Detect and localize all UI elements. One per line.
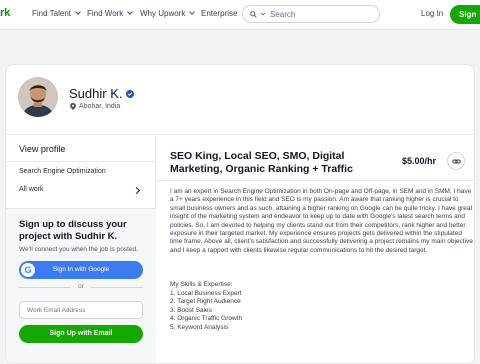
top-navbar: rk Find Talent Find Work Why Upwork Ente… [0,0,480,30]
skills-list: 1. Local Business Expert 2. Target Right… [170,290,242,332]
view-profile-heading: View profile [19,144,66,154]
project-description: I am an expert in Search Engine Optimiza… [170,188,473,254]
chevron-down-icon [189,9,196,15]
chevron-down-icon [260,12,266,16]
project-title-block: SEO King, Local SEO, SMO, Digital Market… [157,136,474,181]
search-placeholder: Search [270,9,296,19]
left-sidebar: View profile Search Engine Optimization … [6,136,156,363]
avatar [18,77,58,117]
location-pin-icon [70,103,76,110]
signup-panel: Sign up to discuss your project with Sud… [6,209,156,363]
project-detail: SEO King, Local SEO, SMO, Digital Market… [157,136,474,363]
verified-badge-icon [126,89,135,98]
nav-enterprise[interactable]: Enterprise [201,9,237,18]
nav-link-label: Enterprise [201,9,238,18]
hourly-rate: $5.00/hr [402,156,437,166]
nav-link-label: Why Upwork [140,9,186,18]
copy-link-button[interactable] [447,152,465,170]
skill-item: 3. Boost Sales [170,306,212,314]
location-text: Abohar, India [79,103,121,110]
search-input[interactable]: Search [242,5,380,23]
skill-item: 4. Organic Traffic Growth [170,315,243,323]
google-signin-label: Sign In with Google [52,266,110,273]
google-signin-button[interactable]: G Sign In with Google [19,261,143,279]
signup-email-button[interactable]: Sign Up with Email [19,325,143,343]
nav-link-label: Find Talent [32,9,71,18]
profile-card: Sudhir K. Abohar, India View profile Sea… [5,64,475,364]
signup-email-label: Sign Up with Email [49,330,113,337]
skill-item: 1. Local Business Expert [170,290,242,297]
skills-heading: My Skills & Expertise: [170,281,233,288]
upwork-logo[interactable]: rk [0,7,10,19]
login-link[interactable]: Log In [421,9,443,18]
profile-header: Sudhir K. Abohar, India [6,65,474,135]
specialization-link[interactable]: Search Engine Optimization [19,168,106,175]
divider [6,161,156,162]
profile-name-text: Sudhir K. [69,86,123,101]
chevron-down-icon [127,9,134,15]
chevron-right-icon[interactable] [132,186,141,195]
nav-why-upwork[interactable]: Why Upwork [140,9,196,18]
email-field[interactable] [19,301,143,319]
link-icon [451,159,461,163]
signup-button[interactable]: Sign [450,5,480,24]
chevron-down-icon [75,9,81,15]
skill-item: 5. Keyword Analysis [170,323,229,331]
all-work-link[interactable]: All work [19,186,44,193]
profile-name: Sudhir K. [69,86,135,101]
skill-item: 2. Target Right Audience [170,298,241,306]
signup-panel-subtitle: We'll connect you when the job is posted… [19,246,138,253]
nav-find-talent[interactable]: Find Talent [32,9,81,18]
profile-location: Abohar, India [70,103,120,110]
search-icon [250,10,257,18]
project-title: SEO King, Local SEO, SMO, Digital Market… [170,150,353,175]
nav-link-label: Find Work [87,9,124,18]
nav-find-work[interactable]: Find Work [87,9,134,18]
or-divider: or [19,283,143,293]
signup-panel-title: Sign up to discuss your project with Sud… [19,219,127,242]
